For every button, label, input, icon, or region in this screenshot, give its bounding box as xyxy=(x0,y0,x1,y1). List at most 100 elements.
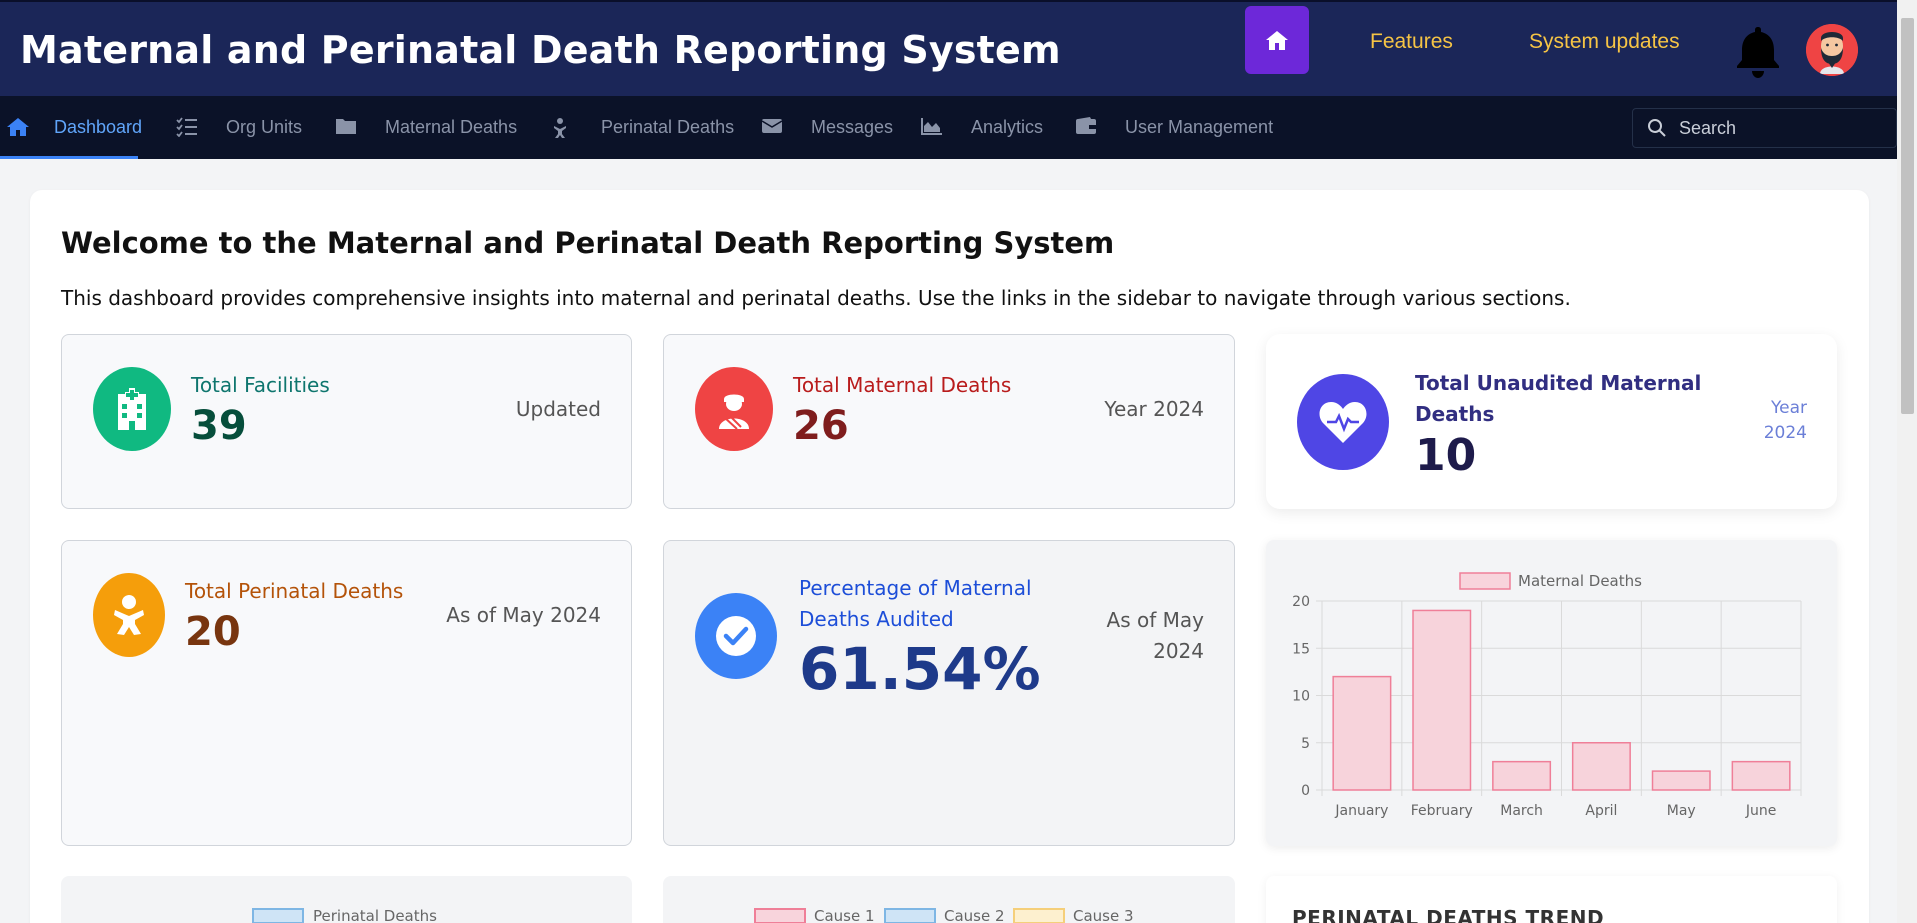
nav-label: Perinatal Deaths xyxy=(601,117,735,137)
nav-label: Messages xyxy=(811,117,894,137)
x-tick-label: April xyxy=(1585,803,1617,819)
nav-item-user-management[interactable]: User Management xyxy=(1075,96,1273,159)
header-bar: Maternal and Perinatal Death Reporting S… xyxy=(0,0,1897,96)
x-tick-label: February xyxy=(1411,803,1473,819)
unaudited-note-line1: Year xyxy=(1771,398,1807,418)
audited-percentage-card: Percentage of Maternal Deaths Audited 61… xyxy=(663,540,1235,846)
perinatal-chart-card: Perinatal Deaths xyxy=(61,876,632,923)
unaudited-note: Year 2024 xyxy=(1764,396,1807,446)
main-navbar: Dashboard Org Units Maternal Deaths Peri… xyxy=(0,96,1897,159)
nav-label: Dashboard xyxy=(54,117,143,137)
perinatal-icon-circle xyxy=(93,573,165,657)
baby-icon xyxy=(114,595,144,635)
audited-note-line1: As of May xyxy=(1106,608,1204,632)
cause1-legend-label: Cause 1 xyxy=(814,907,875,923)
heart-pulse-icon xyxy=(1319,402,1367,443)
features-link[interactable]: Features xyxy=(1370,30,1453,54)
bar xyxy=(1492,760,1552,791)
facilities-icon-circle xyxy=(93,367,171,451)
unaudited-label-line1: Total Unaudited Maternal xyxy=(1415,371,1702,395)
facilities-note: Updated xyxy=(515,397,601,421)
perinatal-legend-label: Perinatal Deaths xyxy=(313,907,437,923)
unaudited-note-line2: 2024 xyxy=(1763,423,1807,443)
bar xyxy=(1651,770,1711,791)
x-tick-label: January xyxy=(1334,803,1388,819)
y-tick-label: 10 xyxy=(1292,689,1310,705)
audited-note: As of May 2024 xyxy=(1107,605,1204,667)
maternal-deaths-chart-card: Maternal Deaths 0 5 10 15 20 January February Ma… xyxy=(1266,540,1837,846)
system-updates-link[interactable]: System updates xyxy=(1529,30,1680,54)
search-input[interactable] xyxy=(1679,117,1879,139)
perinatal-trend-card: PERINATAL DEATHS TREND xyxy=(1266,876,1837,923)
home-button[interactable] xyxy=(1245,6,1309,74)
audited-label-line2: Deaths Audited xyxy=(799,607,954,631)
nav-label: Maternal Deaths xyxy=(385,117,518,137)
home-icon xyxy=(7,117,29,136)
maternal-deaths-card: Total Maternal Deaths 26 Year 2024 xyxy=(663,334,1235,509)
nav-item-perinatal-deaths[interactable]: Perinatal Deaths xyxy=(551,96,734,159)
user-injured-icon xyxy=(719,394,749,429)
nav-item-maternal-deaths[interactable]: Maternal Deaths xyxy=(335,96,517,159)
nav-item-org-units[interactable]: Org Units xyxy=(176,96,302,159)
maternal-value: 26 xyxy=(793,403,849,449)
nav-label: Org Units xyxy=(226,117,303,137)
perinatal-note: As of May 2024 xyxy=(446,603,601,627)
maternal-deaths-bar-chart: Maternal Deaths 0 5 10 15 20 January February Ma… xyxy=(1292,572,1802,819)
unaudited-card: Total Unaudited Maternal Deaths 10 Year … xyxy=(1266,334,1837,509)
maternal-icon-circle xyxy=(695,367,773,451)
cause2-legend-label: Cause 2 xyxy=(944,907,1005,923)
y-tick-label: 15 xyxy=(1292,641,1310,657)
perinatal-legend-swatch xyxy=(252,908,304,923)
unaudited-icon-circle xyxy=(1297,374,1389,470)
area-chart-icon xyxy=(921,117,942,135)
perinatal-trend-title: PERINATAL DEATHS TREND xyxy=(1292,906,1605,923)
cause1-legend-swatch xyxy=(754,908,806,923)
unaudited-label-line2: Deaths xyxy=(1415,402,1495,426)
perinatal-label: Total Perinatal Deaths xyxy=(185,579,404,603)
bar xyxy=(1412,609,1472,791)
unaudited-label: Total Unaudited Maternal Deaths xyxy=(1415,368,1701,430)
audited-icon-circle xyxy=(695,593,777,679)
x-tick-label: June xyxy=(1745,803,1777,819)
search-icon xyxy=(1648,119,1666,137)
x-tick-label: May xyxy=(1667,803,1696,819)
app-title: Maternal and Perinatal Death Reporting S… xyxy=(20,28,1061,72)
bar xyxy=(1731,760,1791,791)
facilities-value: 39 xyxy=(191,403,247,449)
welcome-text: This dashboard provides comprehensive in… xyxy=(61,286,1571,310)
bar xyxy=(1332,675,1392,791)
bar xyxy=(1571,742,1631,791)
facilities-card: Total Facilities 39 Updated xyxy=(61,334,632,509)
user-avatar[interactable] xyxy=(1806,24,1858,76)
nav-item-analytics[interactable]: Analytics xyxy=(921,96,1043,159)
facilities-label: Total Facilities xyxy=(191,373,330,397)
legend-label: Maternal Deaths xyxy=(1518,572,1642,590)
audited-note-line2: 2024 xyxy=(1153,639,1204,663)
x-tick-label: March xyxy=(1500,803,1543,819)
list-check-icon xyxy=(176,116,197,137)
audited-label: Percentage of Maternal Deaths Audited xyxy=(799,573,1032,635)
home-icon xyxy=(1266,31,1288,50)
bell-icon[interactable] xyxy=(1733,24,1783,78)
nav-label: User Management xyxy=(1125,117,1274,137)
nav-item-dashboard[interactable]: Dashboard xyxy=(0,96,142,159)
y-tick-label: 20 xyxy=(1292,594,1310,610)
scrollbar-thumb[interactable] xyxy=(1901,18,1914,414)
maternal-note: Year 2024 xyxy=(1104,397,1204,421)
folder-icon xyxy=(336,118,356,134)
search-box[interactable] xyxy=(1632,108,1897,148)
maternal-label: Total Maternal Deaths xyxy=(793,373,1012,397)
check-circle-icon xyxy=(716,616,756,656)
wallet-icon xyxy=(1076,116,1096,134)
hospital-icon xyxy=(118,388,146,430)
baby-icon xyxy=(554,117,566,138)
nav-item-messages[interactable]: Messages xyxy=(761,96,893,159)
cause3-legend-swatch xyxy=(1013,908,1065,923)
causes-chart-card: Cause 1 Cause 2 Cause 3 xyxy=(663,876,1235,923)
avatar-icon xyxy=(1806,24,1858,76)
welcome-title: Welcome to the Maternal and Perinatal De… xyxy=(61,226,1115,260)
perinatal-value: 20 xyxy=(185,609,241,655)
unaudited-value: 10 xyxy=(1415,430,1477,481)
nav-label: Analytics xyxy=(971,117,1044,137)
y-tick-label: 0 xyxy=(1301,783,1310,799)
